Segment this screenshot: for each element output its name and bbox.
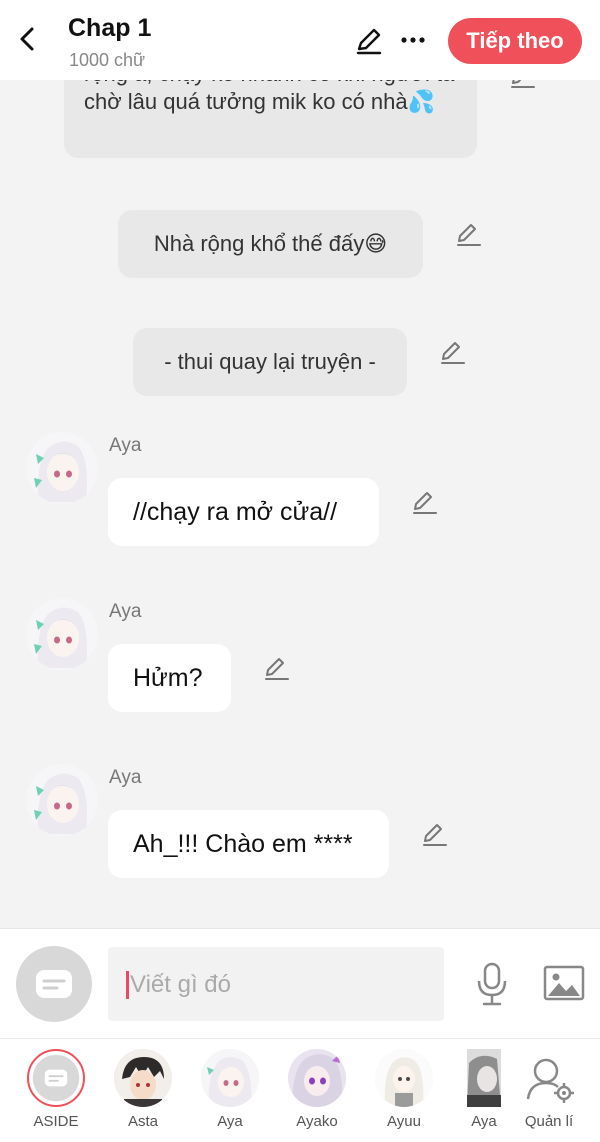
edit-message-icon[interactable]	[420, 822, 448, 848]
aside-avatar	[27, 1049, 85, 1107]
edit-message-icon[interactable]	[454, 222, 482, 248]
character-item-ayako[interactable]: Ayako	[282, 1049, 352, 1141]
ayuu-avatar	[375, 1049, 433, 1107]
character-item-aside[interactable]: ASIDE	[21, 1049, 91, 1141]
message-placeholder: Viết gì đó	[130, 971, 231, 998]
aya-avatar-art	[201, 1049, 259, 1107]
aya-avatar-art	[26, 598, 98, 670]
character-name: Aya	[109, 601, 142, 622]
character-item-ayuu[interactable]: Ayuu	[369, 1049, 439, 1141]
character-message-bubble[interactable]: //chạy ra mở cửa//	[108, 478, 379, 546]
character-selector: ASIDE Asta Aya Ayako Ayuu Aya Quản lí	[0, 1038, 600, 1142]
message-text: Ah_!!! Chào em ****	[133, 830, 353, 858]
speech-bubble-icon	[36, 970, 72, 998]
narration-text: - thui quay lại truyện -	[164, 349, 376, 374]
chapter-title: Chap 1	[68, 14, 152, 42]
narration-bubble[interactable]: rộng á, chạy ko nhanh có khi người ta ch…	[64, 80, 477, 158]
message-text: Hửm?	[133, 664, 203, 692]
character-name: Aya	[109, 767, 142, 788]
more-options-icon[interactable]	[398, 26, 428, 54]
character-label: ASIDE	[33, 1113, 79, 1130]
microphone-icon[interactable]	[472, 961, 512, 1007]
aya-avatar-art	[26, 432, 98, 504]
chat-area: rộng á, chạy ko nhanh có khi người ta ch…	[0, 80, 600, 928]
aya-avatar-art	[26, 764, 98, 836]
edit-message-icon[interactable]	[410, 490, 438, 516]
user-settings-icon	[526, 1058, 574, 1103]
character-label: Quản lí	[524, 1113, 574, 1130]
character-item-aya-2[interactable]: Aya	[449, 1049, 519, 1141]
asta-avatar	[114, 1049, 172, 1107]
aside-mode-button[interactable]	[16, 946, 92, 1022]
character-label: Aya	[471, 1113, 497, 1130]
text-caret	[126, 971, 129, 999]
ayuu-avatar-art	[375, 1049, 433, 1107]
narration-text: Nhà rộng khổ thế đấy😅	[153, 231, 388, 256]
narration-bubble[interactable]: Nhà rộng khổ thế đấy😅	[118, 210, 423, 278]
word-count: 1000 chữ	[69, 50, 146, 70]
character-label: Asta	[127, 1113, 158, 1130]
aside-icon	[32, 1054, 80, 1102]
character-name: Aya	[109, 435, 142, 456]
edit-message-icon[interactable]	[438, 340, 466, 366]
edit-message-icon[interactable]	[262, 656, 290, 682]
top-bar: Chap 1 1000 chữ Tiếp theo	[0, 0, 600, 80]
back-arrow-icon[interactable]	[14, 24, 42, 54]
ayako-avatar	[288, 1049, 346, 1107]
aya-2-avatar-art	[467, 1049, 501, 1107]
character-item-aya[interactable]: Aya	[195, 1049, 265, 1141]
manage-icon-wrap	[520, 1049, 578, 1107]
message-composer: Viết gì đó	[0, 928, 600, 1038]
next-chapter-button[interactable]: Tiếp theo	[448, 18, 582, 64]
character-message-bubble[interactable]: Hửm?	[108, 644, 231, 712]
character-item-asta[interactable]: Asta	[108, 1049, 178, 1141]
asta-avatar-art	[114, 1049, 172, 1107]
edit-message-icon[interactable]	[508, 80, 536, 90]
character-label: Ayako	[296, 1113, 338, 1130]
image-upload-icon[interactable]	[542, 963, 586, 1003]
edit-chapter-icon[interactable]	[354, 26, 384, 56]
manage-characters-button[interactable]: Quản lí	[514, 1049, 584, 1141]
character-avatar[interactable]	[26, 598, 98, 670]
message-text: //chạy ra mở cửa//	[133, 498, 338, 526]
character-message-bubble[interactable]: Ah_!!! Chào em ****	[108, 810, 389, 878]
message-input[interactable]: Viết gì đó	[108, 947, 444, 1021]
narration-text: rộng á, chạy ko nhanh có khi người ta ch…	[84, 80, 454, 114]
aya-avatar	[201, 1049, 259, 1107]
character-label: Ayuu	[387, 1113, 421, 1130]
character-label: Aya	[217, 1113, 243, 1130]
character-avatar[interactable]	[26, 764, 98, 836]
narration-bubble[interactable]: - thui quay lại truyện -	[133, 328, 407, 396]
ayako-avatar-art	[288, 1049, 346, 1107]
aya-2-avatar	[467, 1049, 501, 1107]
character-avatar[interactable]	[26, 432, 98, 504]
